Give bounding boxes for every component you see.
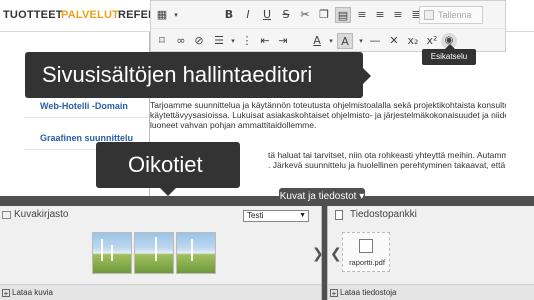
- plus-icon: +: [2, 289, 10, 298]
- folder-select-value: Testi: [247, 211, 264, 220]
- callout-pointer: [160, 188, 176, 196]
- upload-images-label: Lataa kuvia: [12, 288, 53, 297]
- subscript-icon[interactable]: x₂: [405, 33, 421, 49]
- indent-icon[interactable]: ⇥: [275, 33, 291, 49]
- toolbar-row-1: ▦ ▾ B I U S ✂ ❐ ▤ ≡ ≡ ≡ ≣ Tallenna: [151, 3, 507, 27]
- upload-files-bar[interactable]: + Lataa tiedostoja: [328, 284, 534, 300]
- file-bank-header: Tiedostopankki: [328, 206, 534, 224]
- image-library-panel: Kuvakirjasto Testi ▼ ❯ + Lataa kuvia: [0, 206, 324, 300]
- right-gutter: [506, 32, 534, 204]
- text-line: luoneet vahvan pohjan ammattitaidollemme…: [150, 120, 317, 130]
- callout-editor: Sivusisältöjen hallintaeditori: [25, 52, 371, 98]
- chevron-down-icon[interactable]: ▾: [168, 7, 184, 23]
- callout-shortcuts: Oikotiet: [96, 142, 240, 196]
- align-left-icon[interactable]: ≡: [354, 7, 370, 23]
- previous-arrow-icon[interactable]: ❮: [330, 246, 342, 262]
- lighthouse-icon: [155, 237, 157, 261]
- callout-editor-label: Sivusisältöjen hallintaeditori: [42, 62, 313, 87]
- save-icon: [424, 10, 434, 20]
- horizontal-rule-icon[interactable]: —: [367, 33, 383, 49]
- align-right-icon[interactable]: ≡: [390, 7, 406, 23]
- superscript-icon[interactable]: x²: [424, 33, 440, 49]
- folder-select[interactable]: Testi ▼: [243, 210, 309, 222]
- text-line: . Järkevä suunnittelu ja huolellinen per…: [268, 160, 534, 170]
- media-tab-toggle[interactable]: Kuvat ja tiedostot ▾: [279, 188, 365, 206]
- bookmark-icon[interactable]: ⌑: [154, 33, 170, 49]
- callout-pointer: [363, 68, 371, 84]
- numbered-list-icon[interactable]: ⋮: [239, 33, 255, 49]
- strikethrough-icon[interactable]: S: [278, 7, 294, 23]
- callout-shortcuts-label: Oikotiet: [128, 152, 203, 177]
- media-panel-bar: [0, 196, 534, 206]
- file-item[interactable]: raportti.pdf: [342, 232, 390, 272]
- callout-preview-label: Esikatselu: [430, 52, 468, 61]
- italic-icon[interactable]: I: [240, 7, 256, 23]
- nav-item-tuotteet[interactable]: TUOTTEET: [3, 9, 63, 21]
- text-line: käytettävyysasioissa. Lukuisat asiakasko…: [150, 110, 534, 120]
- image-icon: [2, 211, 11, 219]
- nav-item-palvelut[interactable]: PALVELUT: [61, 9, 119, 21]
- plus-icon: +: [330, 289, 338, 298]
- underline-icon[interactable]: U: [259, 7, 275, 23]
- pdf-file-icon: [359, 239, 373, 253]
- align-center-icon[interactable]: ≡: [372, 7, 388, 23]
- text-line: tä haluat tai tarvitset, niin ota rohkea…: [268, 150, 534, 160]
- clear-format-icon[interactable]: ✕: [386, 33, 402, 49]
- text-line: Tarjoamme suunnittelua ja käytännön tote…: [150, 100, 534, 110]
- image-thumbnail[interactable]: [92, 232, 132, 274]
- upload-files-label: Lataa tiedostoja: [340, 288, 397, 297]
- bold-icon[interactable]: B: [221, 7, 237, 23]
- callout-preview: Esikatselu: [422, 44, 476, 65]
- paragraph-contact[interactable]: tä haluat tai tarvitset, niin ota rohkea…: [268, 150, 534, 170]
- highlight-icon[interactable]: A: [337, 33, 353, 49]
- lighthouse-icon: [101, 239, 103, 261]
- upload-images-bar[interactable]: + Lataa kuvia: [0, 284, 321, 300]
- link-icon[interactable]: ∞: [173, 33, 189, 49]
- paragraph-intro[interactable]: Tarjoamme suunnittelua ja käytännön tote…: [150, 100, 534, 130]
- save-label: Tallenna: [438, 10, 472, 20]
- unlink-icon[interactable]: ⊘: [191, 33, 207, 49]
- file-name: raportti.pdf: [349, 258, 385, 267]
- copy-icon[interactable]: ❐: [316, 7, 332, 23]
- save-button[interactable]: Tallenna: [419, 6, 483, 24]
- cut-icon[interactable]: ✂: [297, 7, 313, 23]
- document-icon: [335, 210, 343, 220]
- file-bank-panel: Tiedostopankki ❮ raportti.pdf + Lataa ti…: [327, 206, 534, 300]
- outdent-icon[interactable]: ⇤: [257, 33, 273, 49]
- image-library-title: Kuvakirjasto: [14, 209, 69, 220]
- image-thumbnail[interactable]: [134, 232, 174, 274]
- image-thumbnail[interactable]: [176, 232, 216, 274]
- callout-pointer: [445, 44, 455, 49]
- media-tab-label: Kuvat ja tiedostot: [279, 191, 357, 202]
- file-bank-title: Tiedostopankki: [350, 209, 417, 220]
- lighthouse-icon: [191, 239, 193, 261]
- chevron-down-icon: ▾: [359, 191, 365, 202]
- paste-icon[interactable]: ▤: [335, 7, 351, 23]
- lighthouse-icon: [111, 245, 113, 261]
- chevron-down-icon: ▼: [299, 212, 306, 219]
